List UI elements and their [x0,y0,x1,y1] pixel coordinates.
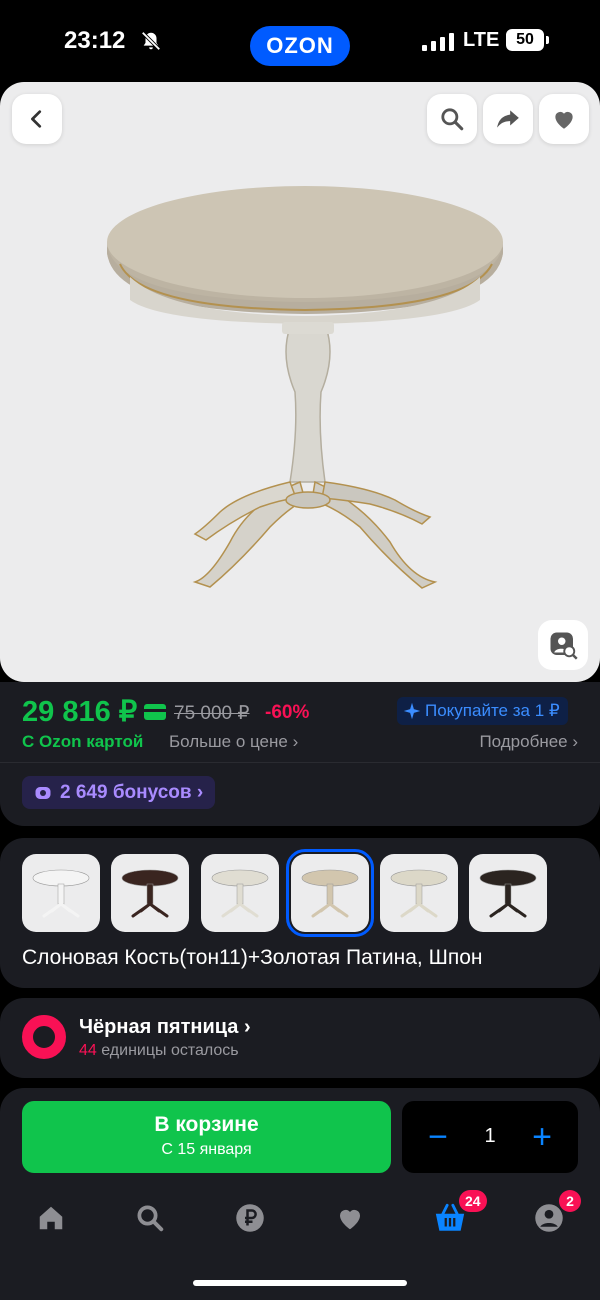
variant-thumbnail[interactable] [380,854,458,932]
variant-name: Слоновая Кость(тон11)+Золотая Патина, Шп… [22,946,483,969]
profile-icon [535,1204,563,1232]
in-cart-button[interactable]: В корзине С 15 января [22,1101,391,1173]
table-thumbnail-image [479,869,537,918]
black-friday-icon [22,1015,66,1059]
home-indicator [193,1280,407,1286]
share-button[interactable] [483,94,533,144]
status-bar: 23:12 OZON LTE 50 [0,0,600,82]
image-search-icon [550,632,578,660]
decrease-quantity-button[interactable]: − [418,1117,458,1157]
sparkle-icon [403,702,421,720]
product-gallery[interactable] [0,82,600,682]
variant-thumbnail[interactable] [22,854,100,932]
tab-favorites[interactable] [330,1198,370,1238]
promo-stock: 44 единицы осталось [79,1042,239,1060]
details-link[interactable]: Подробнее › [479,732,578,752]
network-label: LTE [463,29,500,51]
variant-thumbnail[interactable] [469,854,547,932]
battery-tip [546,36,549,44]
cart-count-badge: 24 [459,1190,487,1212]
tab-home[interactable] [31,1198,71,1238]
divider [0,762,600,763]
variant-thumbnail[interactable] [111,854,189,932]
tab-finance[interactable] [230,1198,270,1238]
buy-for-1-button[interactable]: Покупайте за 1 ₽ [397,697,568,725]
profile-badge: 2 [559,1190,581,1212]
back-button[interactable] [12,94,62,144]
heart-icon [340,1209,360,1230]
in-cart-label: В корзине [154,1113,259,1136]
old-price: 75 000 ₽ [174,703,250,724]
variant-thumbnail[interactable] [286,849,374,937]
black-friday-promo[interactable]: Чёрная пятница › 44 единицы осталось [0,998,600,1078]
bonus-badge[interactable]: 2 649 бонусов › [22,776,216,809]
table-thumbnail-image [301,869,359,918]
promo-remaining: единицы осталось [96,1042,239,1059]
search-icon [137,1205,164,1232]
bottom-bar: В корзине С 15 января − 1 + [0,1088,600,1300]
increase-quantity-button[interactable]: + [522,1117,562,1157]
discount-badge: -60% [265,702,310,723]
table-thumbnail-image [390,869,448,918]
ruble-icon [236,1204,264,1232]
table-thumbnail-image [32,869,90,918]
card-icon [144,704,166,720]
price-section: 29 816 ₽ 75 000 ₽ -60% Покупайте за 1 ₽ … [0,682,600,826]
variant-thumbnail[interactable] [201,854,279,932]
promo-title: Чёрная пятница › [79,1016,251,1038]
ozon-logo: OZON [250,26,350,66]
table-thumbnail-image [211,869,269,918]
status-time: 23:12 [64,27,126,54]
search-button[interactable] [427,94,477,144]
table-thumbnail-image [121,869,179,918]
bell-muted-icon [141,31,161,51]
search-icon [441,108,464,131]
quantity-stepper: − 1 + [402,1101,578,1173]
variants-section: Слоновая Кость(тон11)+Золотая Патина, Шп… [0,838,600,988]
share-arrow-icon [497,110,519,128]
bonus-label: 2 649 бонусов › [60,781,204,803]
visual-search-button[interactable] [538,620,588,670]
bonus-coin-icon [35,786,51,799]
heart-icon [555,111,573,129]
buy-for-1-label: Покупайте за 1 ₽ [425,701,560,720]
current-price: 29 816 ₽ [22,696,138,728]
signal-icon [422,33,454,51]
more-about-price-link[interactable]: Больше о цене › [169,732,298,752]
product-image[interactable] [100,182,520,612]
chevron-left-icon [31,110,42,128]
battery-icon: 50 [506,29,544,51]
favorite-button[interactable] [539,94,589,144]
promo-count: 44 [79,1042,97,1059]
quantity-value: 1 [484,1125,496,1147]
tab-search[interactable] [130,1198,170,1238]
delivery-date: С 15 января [161,1141,252,1158]
home-icon [39,1206,63,1230]
ozon-card-label: С Ozon картой [22,732,144,751]
